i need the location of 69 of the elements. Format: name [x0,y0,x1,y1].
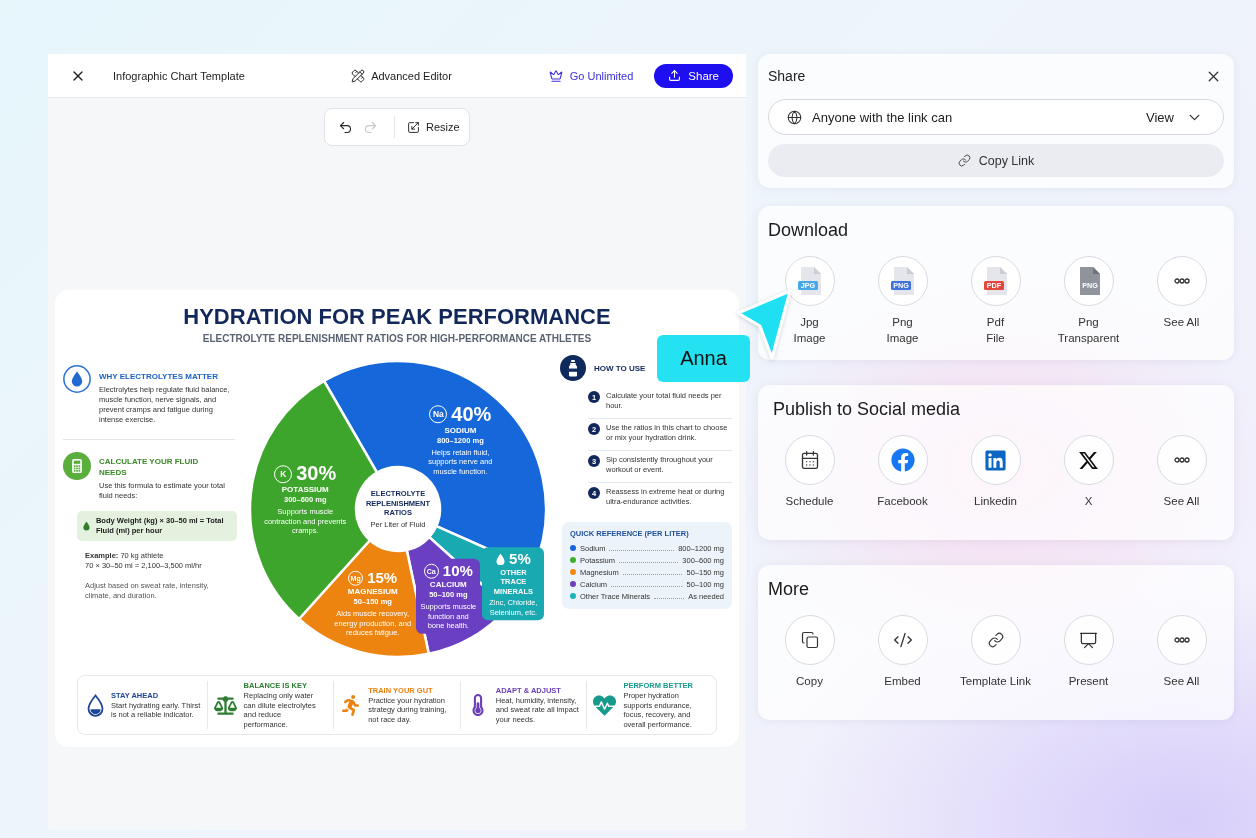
infographic-title: HYDRATION FOR PEAK PERFORMANCE [183,304,611,330]
option-button[interactable] [1063,435,1114,485]
globe-icon [787,109,802,125]
option-button[interactable] [784,435,835,485]
resize-button[interactable]: Resize [407,120,460,134]
mineral-name: MAGNESIUM [347,587,398,598]
resize-icon [407,120,420,134]
copy-icon [800,631,819,649]
option-label: Png Image [886,315,919,346]
option-label: Schedule [785,494,834,509]
pencil-ruler-icon [351,68,366,83]
option-label: See All [1163,674,1200,689]
option-label: Present [1068,674,1109,689]
option-label: Png Transparent [1057,315,1120,346]
percent-value: 30% [296,462,337,486]
bottle-icon [560,355,586,381]
undo-icon[interactable] [338,119,353,135]
panel-title: Share [768,68,806,84]
option-label: Template Link [960,674,1031,689]
more-dots-icon [1173,278,1190,284]
option-label: Facebook [877,494,928,509]
section-heading: CALCULATE YOUR FLUID NEEDS [99,456,199,478]
percent-value: 40% [451,402,492,426]
link-icon [987,632,1004,648]
access-text: Anyone with the link can [812,109,954,125]
option-label: Copy [796,674,823,689]
option-label: Linkedin [974,494,1017,509]
copy-link-button[interactable]: Copy Link [768,144,1224,177]
link-access-field[interactable]: Anyone with the link can View [768,99,1224,135]
more-dots-icon [1173,457,1190,463]
calendar-icon [799,450,820,470]
option-label: X [1084,494,1093,509]
panel-title: Publish to Social media [772,398,962,421]
mineral-name: CALCIUM [429,579,467,590]
water-drop-icon [496,553,506,566]
infographic-subtitle: ELECTROLYTE REPLENISHMENT RATIOS FOR HIGH-PERFORMANCE ATHLETES [202,332,592,345]
collaborator-name: Anna [657,335,750,382]
option-label: See All [1163,494,1200,509]
linkedin-logo-icon [984,448,1007,472]
percent-value: 10% [442,561,473,580]
panel-title: Download [767,219,850,242]
crown-icon [548,68,563,83]
water-drop-icon [83,519,90,533]
panel-title: More [767,578,810,601]
code-icon [892,630,913,650]
mineral-name: POTASSIUM [281,485,329,496]
mineral-name: SODIUM [444,425,477,436]
facebook-logo-icon [890,448,915,472]
link-icon [957,154,971,167]
upload-icon [668,69,682,82]
option-button[interactable] [1063,615,1114,665]
permission-dropdown[interactable]: View [1146,108,1203,126]
document-title: Infographic Chart Template [113,69,245,82]
section-heading: HOW TO USE [594,363,646,373]
percent-value: 5% [509,550,531,569]
presentation-icon [1079,630,1098,650]
percent-value: 15% [367,569,398,588]
option-label: See All [1163,315,1200,330]
option-label: Jpg Image [793,315,826,346]
share-button[interactable]: Share [654,63,733,88]
section-heading: WHY ELECTROLYTES MATTER [99,371,219,382]
option-label: Pdf File [986,315,1005,346]
x-logo-icon [1078,449,1099,471]
calculator-icon [63,452,91,480]
water-drop-icon [63,365,91,393]
advanced-editor-button[interactable]: Advanced Editor [351,68,452,83]
go-unlimited-link[interactable]: Go Unlimited [548,68,634,83]
option-label: Embed [884,674,921,689]
more-dots-icon [1173,637,1190,643]
